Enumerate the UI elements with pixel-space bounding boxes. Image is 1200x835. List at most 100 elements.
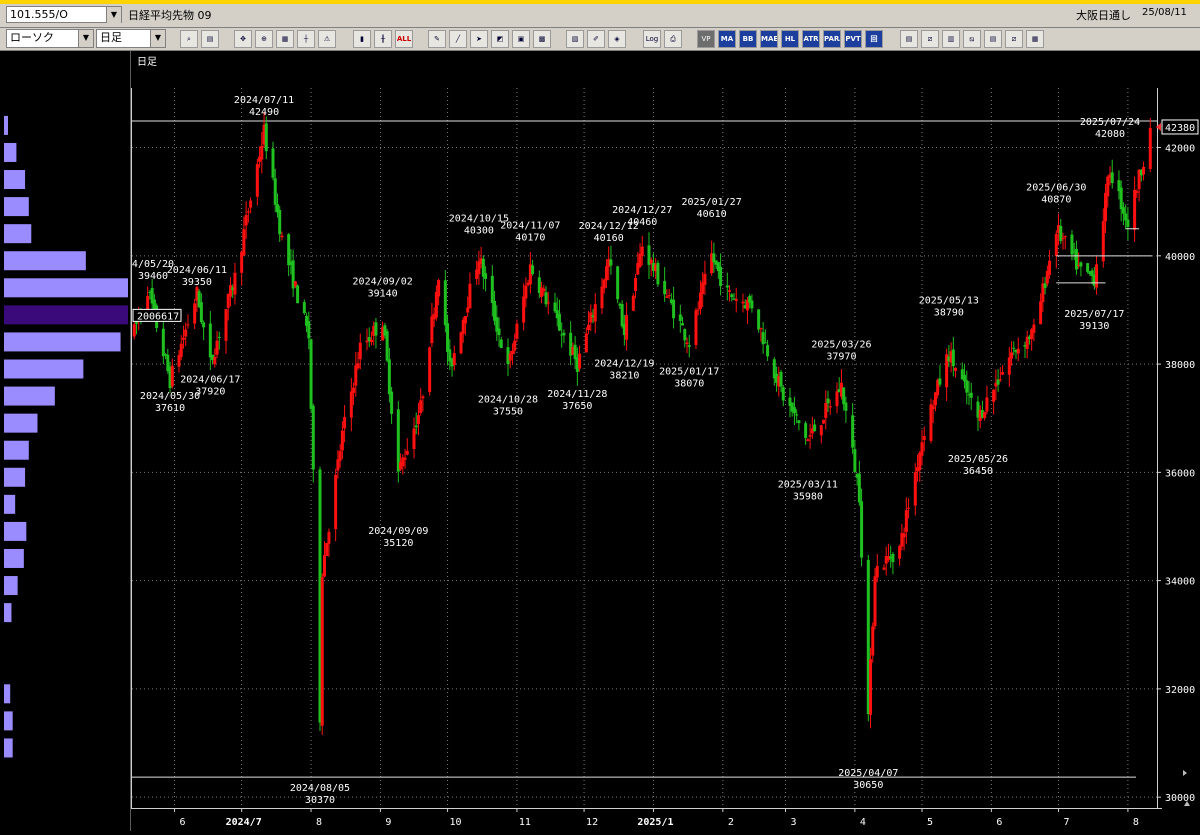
candle-body — [325, 542, 329, 556]
candle-icon[interactable]: ▮ — [353, 30, 371, 48]
candle-body — [860, 501, 864, 558]
text-icon[interactable]: ▣ — [512, 30, 530, 48]
vp-button[interactable]: VP — [697, 30, 715, 48]
shape-icon[interactable]: ◩ — [491, 30, 509, 48]
candle-body — [416, 415, 420, 425]
annotation-value: 39460 — [138, 271, 168, 282]
candle-body — [719, 266, 723, 286]
candle-body — [983, 412, 987, 419]
delete-icon[interactable]: ▩ — [533, 30, 551, 48]
chevron-down-icon[interactable]: ▼ — [150, 30, 165, 47]
log-button[interactable]: Log — [643, 30, 661, 48]
candle-body — [1126, 219, 1130, 227]
candle-body — [499, 339, 503, 348]
indicator-1-icon[interactable]: ▤ — [900, 30, 918, 48]
volume-profile-bar — [4, 413, 38, 433]
candle-body — [421, 396, 425, 399]
candle-body — [1032, 324, 1036, 333]
volume-profile-bar — [4, 548, 24, 568]
y-tick-label: 34000 — [1165, 577, 1195, 588]
indicator-5-icon[interactable]: ▤ — [984, 30, 1002, 48]
atr-button[interactable]: ATR — [802, 30, 820, 48]
annotation-value: 42080 — [1095, 129, 1125, 140]
print-icon[interactable]: ⎙ — [664, 30, 682, 48]
candle-body — [296, 285, 300, 304]
pvt-button[interactable]: PVT — [844, 30, 862, 48]
x-tick-label: 2025/1 — [637, 817, 673, 828]
annotation-date: 2024/11/07 — [500, 221, 560, 232]
ichimoku-button[interactable]: 回 — [865, 30, 883, 48]
period-value: 日足 — [100, 31, 122, 44]
grid-icon[interactable]: ▦ — [276, 30, 294, 48]
indicator-3-icon[interactable]: ▥ — [942, 30, 960, 48]
zoom-icon[interactable]: ⊕ — [255, 30, 273, 48]
line-icon[interactable]: ╱ — [449, 30, 467, 48]
candle-body — [390, 391, 394, 414]
indicator-6-icon[interactable]: ⧄ — [1005, 30, 1023, 48]
candle-body — [546, 302, 550, 304]
candle-body — [249, 200, 253, 208]
candle-body — [1007, 357, 1011, 375]
candle-body — [369, 339, 373, 343]
annotation-value: 39130 — [1079, 321, 1109, 332]
color-icon[interactable]: ◈ — [608, 30, 626, 48]
chevron-down-icon[interactable]: ▼ — [106, 7, 121, 23]
bar-icon[interactable]: ┼ — [297, 30, 315, 48]
candle-body — [907, 507, 911, 509]
candle-body — [1012, 347, 1016, 349]
annotation-date: 2024/12/19 — [594, 359, 654, 370]
symbol-input[interactable]: 101.555/O ▼ — [6, 6, 122, 23]
hl-button[interactable]: HL — [781, 30, 799, 48]
candle-body — [593, 304, 597, 322]
pen-icon[interactable]: ✎ — [428, 30, 446, 48]
candle-body — [875, 565, 879, 578]
mae-button[interactable]: MAE — [760, 30, 778, 48]
chevron-down-icon[interactable]: ▼ — [78, 30, 93, 47]
candle-body — [349, 391, 353, 418]
candle-body — [1110, 172, 1114, 183]
price-chart[interactable]: 日足 30000 32000 34000 36000 38000 40000 42000 6 2… — [131, 51, 1200, 831]
candle-body — [1061, 238, 1065, 240]
para-button[interactable]: PARA — [823, 30, 841, 48]
candle-body — [806, 439, 810, 441]
candle-body — [405, 450, 409, 455]
y-tick-label: 36000 — [1165, 468, 1195, 479]
annotation-value: 40870 — [1041, 195, 1071, 206]
period-select[interactable]: 日足 ▼ — [96, 29, 166, 48]
candle-body — [202, 322, 206, 328]
candle-body — [698, 292, 702, 309]
brush-icon[interactable]: ✐ — [587, 30, 605, 48]
candlestick-chart-svg[interactable]: 日足 30000 32000 34000 36000 38000 40000 42000 6 2… — [131, 51, 1200, 831]
candle-body — [184, 329, 188, 337]
annotation-value: 40460 — [627, 217, 657, 228]
candle-body — [589, 312, 593, 323]
candle-body — [542, 288, 546, 292]
candle-body — [851, 415, 855, 448]
annotation-date: 2025/03/26 — [811, 340, 871, 351]
candle-body — [484, 273, 488, 279]
candle-body — [1135, 191, 1139, 194]
indicator-2-icon[interactable]: ⧄ — [921, 30, 939, 48]
ma-button[interactable]: MA — [718, 30, 736, 48]
y-tick-label: 32000 — [1165, 685, 1195, 696]
layout-icon[interactable]: ▤ — [201, 30, 219, 48]
indicator-7-icon[interactable]: ▦ — [1026, 30, 1044, 48]
candle-body — [1001, 372, 1005, 375]
pattern-icon[interactable]: ▧ — [566, 30, 584, 48]
candle-body — [179, 343, 183, 357]
ohlc-icon[interactable]: ╫ — [374, 30, 392, 48]
search-icon[interactable]: ⌕ — [180, 30, 198, 48]
annotation-date: 2025/01/17 — [659, 366, 719, 377]
annotation-date: 2024/12/27 — [612, 205, 672, 216]
indicator-4-icon[interactable]: ⧅ — [963, 30, 981, 48]
warning-icon[interactable]: ⚠ — [318, 30, 336, 48]
pointer-icon[interactable]: ✥ — [234, 30, 252, 48]
candle-body — [665, 296, 669, 298]
all-button[interactable]: ALL — [395, 30, 413, 48]
annotation-value: 36450 — [963, 466, 993, 477]
candle-body — [343, 416, 347, 429]
period-label: 日足 — [137, 56, 157, 68]
bb-button[interactable]: BB — [739, 30, 757, 48]
cursor-icon[interactable]: ➤ — [470, 30, 488, 48]
chart-style-select[interactable]: ローソク ▼ — [6, 29, 94, 48]
